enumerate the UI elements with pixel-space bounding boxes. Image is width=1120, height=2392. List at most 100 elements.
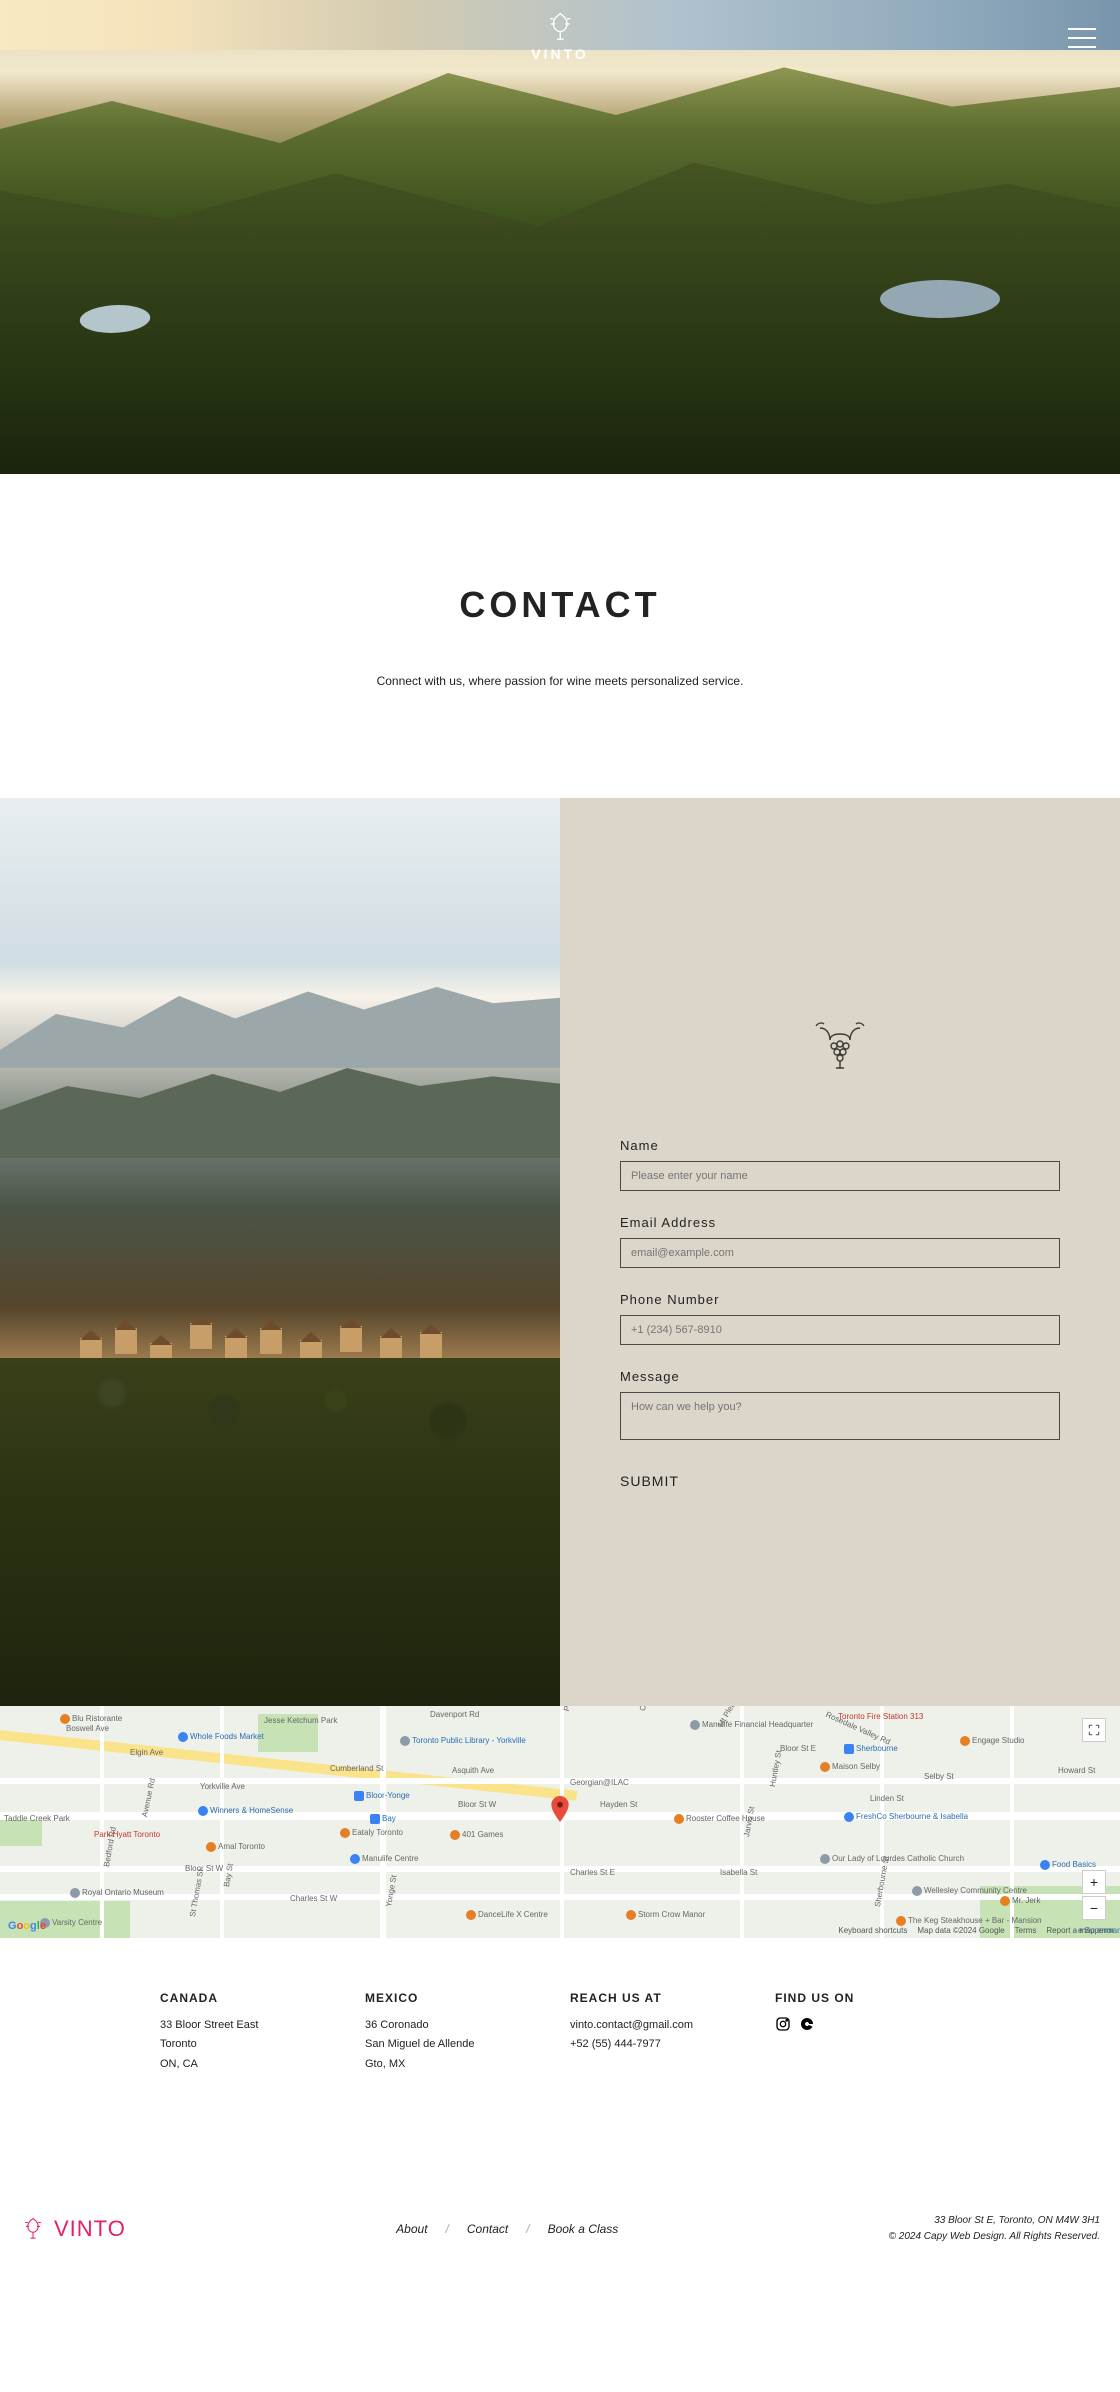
footer-nav: About / Contact / Book a Class [126,2222,889,2236]
poi-label[interactable]: Amal Toronto [206,1842,265,1852]
mountain-ridge [0,978,560,1068]
map-zoom-in-button[interactable]: + [1082,1870,1106,1894]
street-label: Bloor St W [458,1800,496,1809]
phone-link[interactable]: +52 (55) 444-7977 [570,2035,755,2055]
poi-label[interactable]: Park Hyatt Toronto [94,1830,160,1839]
poi-label[interactable]: 401 Games [450,1830,503,1840]
bottom-bar: VINTO About / Contact / Book a Class 33 … [0,2195,1120,2275]
menu-button[interactable] [1068,28,1096,48]
brand-name: VINTO [54,2216,126,2242]
map-attribution: Keyboard shortcuts Map data ©2024 Google… [838,1926,1114,1935]
col-title: FIND US ON [775,1988,960,2010]
poi-label[interactable]: Maison Selby [820,1762,880,1772]
street-label: Church St [638,1706,653,1712]
col-title: REACH US AT [570,1988,755,2010]
logo-icon [543,12,577,42]
nav-book[interactable]: Book a Class [548,2222,619,2236]
email-link[interactable]: vinto.contact@gmail.com [570,2016,755,2036]
brand-name: VINTO [531,46,589,62]
hamburger-icon [1068,28,1096,30]
street-label: Cumberland St [330,1764,383,1773]
poi-label[interactable]: Wellesley Community Centre [912,1886,1027,1896]
poi-label[interactable]: Sherbourne [844,1744,898,1754]
map-report[interactable]: Report a map error [1046,1926,1114,1935]
name-input[interactable] [620,1161,1060,1191]
logo-footer[interactable]: VINTO [20,2216,126,2242]
poi-label[interactable]: Manulife Centre [350,1854,418,1864]
street-label: Howard St [1058,1766,1095,1775]
poi-label[interactable]: Varsity Centre [40,1918,102,1928]
street-label: Boswell Ave [66,1724,109,1733]
street-label: Bloor St W [185,1864,223,1873]
street-label: Davenport Rd [430,1710,479,1719]
poi-label[interactable]: Blu Ristorante [60,1714,122,1724]
phone-label: Phone Number [620,1292,1060,1307]
poi-label[interactable]: Toronto Fire Station 313 [838,1712,923,1721]
poi-label[interactable]: Bay [370,1814,396,1824]
poi-label[interactable]: Our Lady of Lourdes Catholic Church [820,1854,964,1864]
poi-label[interactable]: Eataly Toronto [340,1828,403,1838]
contact-section: Name Email Address Phone Number Message … [0,798,1120,1706]
street-label: St Thomas St [188,1868,205,1917]
col-reach: REACH US AT vinto.contact@gmail.com +52 … [570,1988,755,2075]
submit-button[interactable]: SUBMIT [620,1469,679,1493]
street-label: Isabella St [720,1868,757,1877]
addr-line: 33 Bloor Street East [160,2016,345,2036]
grape-ornament-icon [810,1018,870,1078]
col-mexico: MEXICO 36 Coronado San Miguel de Allende… [365,1988,550,2075]
google-logo: Google [8,1920,46,1932]
logo-header[interactable]: VINTO [531,12,589,62]
nav-about[interactable]: About [396,2222,427,2236]
street-label: Asquith Ave [452,1766,494,1775]
street-label: Yonge St [384,1874,398,1907]
col-social: FIND US ON [775,1988,960,2075]
addr-line: ON, CA [160,2055,345,2075]
map[interactable]: Davenport Rd Yorkville Ave Bloor St W Bl… [0,1706,1120,1938]
poi-label[interactable]: The Keg Steakhouse + Bar - Mansion [896,1916,1042,1926]
contact-photo [0,798,560,1706]
poi-label[interactable]: Food Basics [1040,1860,1096,1870]
footer-copyright: © 2024 Capy Web Design. All Rights Reser… [889,2229,1100,2245]
page-title: CONTACT [0,584,1120,626]
footer-columns: CANADA 33 Bloor Street East Toronto ON, … [0,1938,1120,2195]
poi-label[interactable]: Jesse Ketchum Park [264,1716,337,1725]
name-label: Name [620,1138,1060,1153]
page-subtitle: Connect with us, where passion for wine … [0,674,1120,688]
poi-label[interactable]: Engage Studio [960,1736,1025,1746]
col-title: CANADA [160,1988,345,2010]
map-terms[interactable]: Terms [1015,1926,1037,1935]
street-label: Elgin Ave [130,1748,163,1757]
poi-label[interactable]: FreshCo Sherbourne & Isabella [844,1812,968,1822]
email-input[interactable] [620,1238,1060,1268]
map-fullscreen-button[interactable] [1082,1718,1106,1742]
poi-label[interactable]: Rooster Coffee House [674,1814,765,1824]
poi-label[interactable]: Bloor-Yonge [354,1791,410,1801]
nav-contact[interactable]: Contact [467,2222,508,2236]
map-shortcuts[interactable]: Keyboard shortcuts [838,1926,907,1935]
eventbrite-icon[interactable] [799,2016,815,2032]
poi-label[interactable]: Georgian@ILAC [570,1778,629,1787]
separator: / [526,2222,529,2236]
poi-label[interactable]: Winners & HomeSense [198,1806,293,1816]
street-label: Bloor St E [780,1744,816,1753]
hero: VINTO [0,0,1120,474]
pond [880,280,1000,318]
poi-label[interactable]: Whole Foods Market [178,1732,264,1742]
poi-label[interactable]: Royal Ontario Museum [70,1888,164,1898]
instagram-icon[interactable] [775,2016,791,2032]
street-label: Linden St [870,1794,904,1803]
phone-input[interactable] [620,1315,1060,1345]
map-zoom-out-button[interactable]: − [1082,1896,1106,1920]
message-input[interactable] [620,1392,1060,1440]
poi-label[interactable]: Manulife Financial Headquarter [690,1720,813,1730]
street-label: Hayden St [600,1800,637,1809]
poi-label[interactable]: Storm Crow Manor [626,1910,705,1920]
street-label: Charles St W [290,1894,337,1903]
footer-address: 33 Bloor St E, Toronto, ON M4W 3H1 [889,2213,1100,2229]
poi-label[interactable]: Toronto Public Library - Yorkville [400,1736,526,1746]
poi-label[interactable]: DanceLife X Centre [466,1910,548,1920]
poi-label[interactable]: Mr. Jerk [1000,1896,1040,1906]
poi-label[interactable]: Taddle Creek Park [4,1814,70,1823]
message-label: Message [620,1369,1060,1384]
street-label: Park Rd [562,1706,578,1712]
